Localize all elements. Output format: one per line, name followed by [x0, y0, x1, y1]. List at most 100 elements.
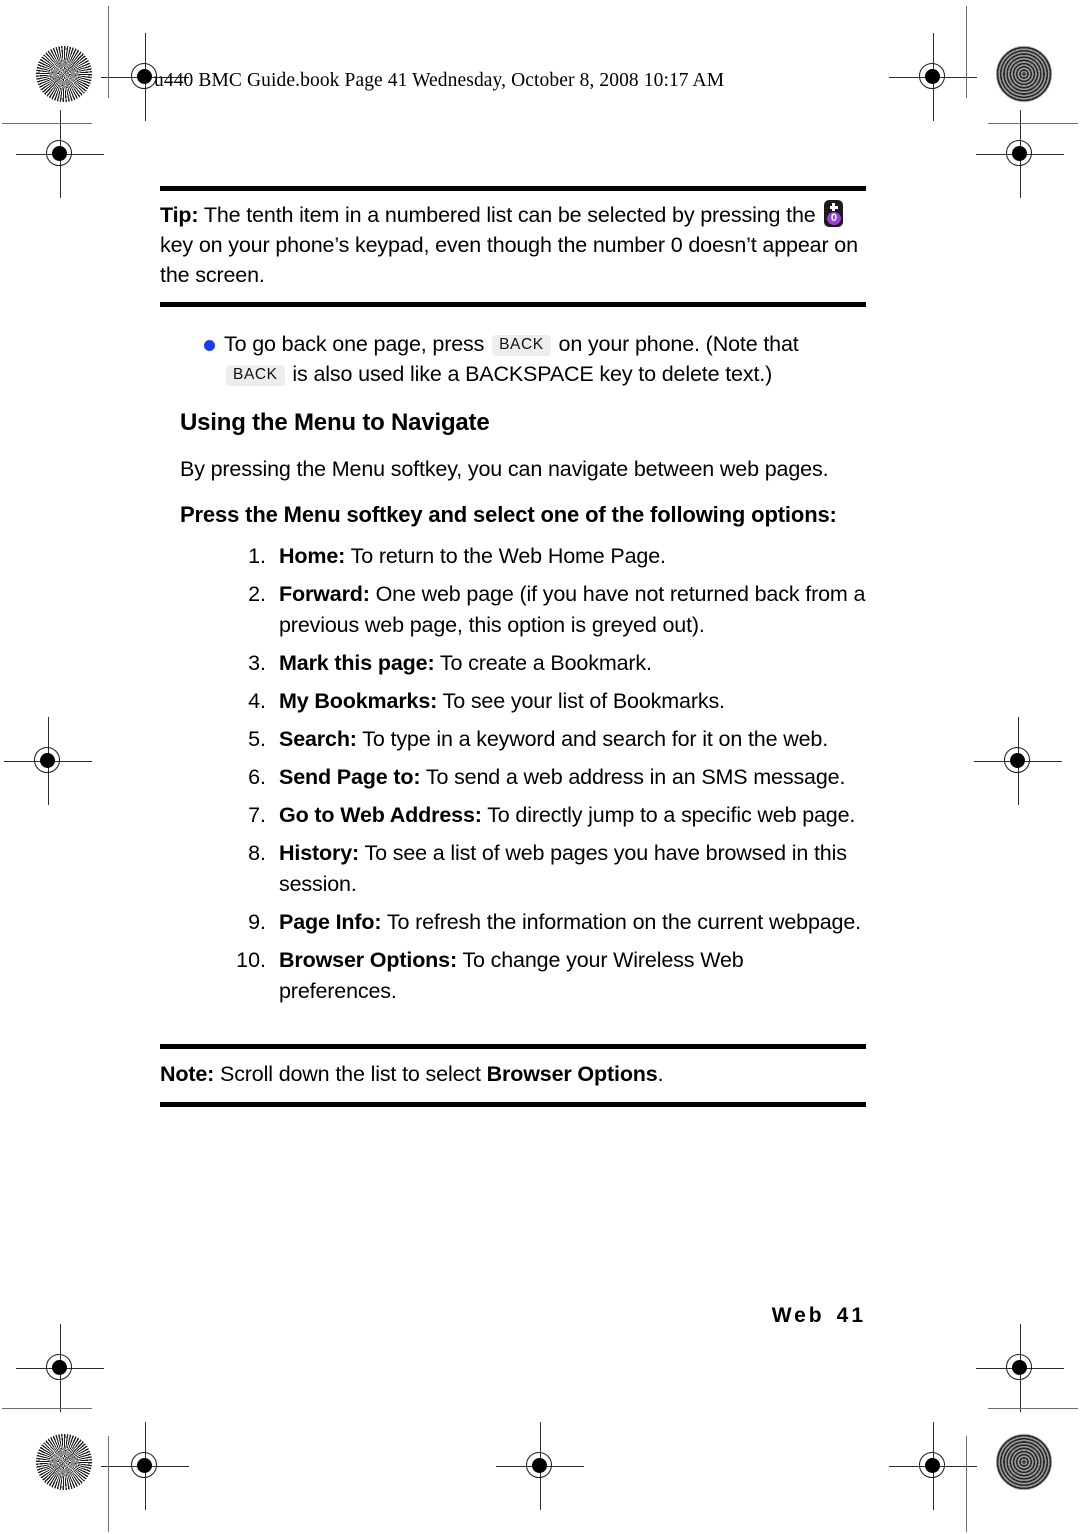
note-text-after: .	[657, 1062, 664, 1086]
list-item-text: Search: To type in a keyword and search …	[279, 724, 866, 755]
menu-options-list: 1. Home: To return to the Web Home Page.…	[160, 541, 866, 1007]
zero-plus-key-icon: 0	[824, 200, 844, 227]
trim-line-bottom-left-vertical	[108, 1436, 110, 1532]
option-term: Home:	[279, 544, 346, 568]
moire-rosette-mark-bottom-right	[996, 1434, 1052, 1490]
option-term: Page Info:	[279, 910, 382, 934]
section-heading: Using the Menu to Navigate	[180, 409, 490, 436]
registration-mark-bottom-right	[889, 1422, 977, 1510]
option-term: Mark this page:	[279, 651, 435, 675]
list-item-text: Forward: One web page (if you have not r…	[279, 579, 866, 641]
list-item-text: Browser Options: To change your Wireless…	[279, 945, 866, 1007]
list-item-text: Mark this page: To create a Bookmark.	[279, 648, 866, 679]
list-item-text: Home: To return to the Web Home Page.	[279, 541, 866, 572]
option-desc: To type in a keyword and search for it o…	[356, 727, 829, 751]
tip-callout-bottom-rule	[160, 302, 866, 307]
list-item: 3. Mark this page: To create a Bookmark.	[160, 648, 866, 679]
option-desc: To see a list of web pages you have brow…	[279, 841, 847, 896]
note-label: Note:	[160, 1062, 215, 1086]
list-item: 1. Home: To return to the Web Home Page.	[160, 541, 866, 572]
list-item-number: 2.	[248, 582, 266, 606]
option-term: Forward:	[279, 582, 370, 606]
list-item: 9. Page Info: To refresh the information…	[160, 907, 866, 938]
bullet-text-part1: To go back one page, press	[224, 332, 491, 356]
back-key-tag-2: BACK	[226, 365, 285, 386]
list-item-text: Send Page to: To send a web address in a…	[279, 762, 866, 793]
star-rosette-mark-bottom-left	[36, 1434, 92, 1490]
list-item: 6. Send Page to: To send a web address i…	[160, 762, 866, 793]
tip-callout: Tip: The tenth item in a numbered list c…	[160, 186, 866, 307]
note-emphasis: Browser Options	[486, 1062, 658, 1086]
list-item-number: 6.	[248, 765, 266, 789]
bullet-text-part3: is also used like a BACKSPACE key to del…	[286, 362, 773, 386]
registration-mark-bottom-center	[496, 1422, 584, 1510]
option-desc: To see your list of Bookmarks.	[437, 689, 725, 713]
option-desc: To directly jump to a specific web page.	[481, 803, 856, 827]
list-item-number: 1.	[248, 544, 266, 568]
moire-rosette-mark-top-right	[996, 46, 1052, 102]
list-item-number: 3.	[248, 651, 266, 675]
registration-mark-top-right	[889, 33, 977, 121]
tip-text-before-key: The tenth item in a numbered list can be…	[198, 203, 822, 227]
note-callout-paragraph: Note: Scroll down the list to select Bro…	[160, 1059, 866, 1089]
page-content: Tip: The tenth item in a numbered list c…	[160, 186, 866, 1327]
list-item-text: My Bookmarks: To see your list of Bookma…	[279, 686, 866, 717]
option-desc: To refresh the information on the curren…	[381, 910, 861, 934]
option-term: Search:	[279, 727, 357, 751]
plus-glyph	[827, 201, 841, 213]
list-item: 7. Go to Web Address: To directly jump t…	[160, 800, 866, 831]
trim-line-upper-left-horizontal	[2, 123, 92, 125]
registration-mark-middle-left	[4, 717, 92, 805]
list-item-number: 4.	[248, 689, 266, 713]
tip-text-after-key: key on your phone’s keypad, even though …	[160, 233, 858, 287]
bullet-dot-icon	[204, 340, 215, 351]
list-item: 8. History: To see a list of web pages y…	[160, 838, 866, 900]
note-callout-bottom-rule	[160, 1102, 866, 1107]
option-term: Send Page to:	[279, 765, 421, 789]
list-item-number: 9.	[248, 910, 266, 934]
trim-line-top-left-vertical	[108, 6, 110, 98]
option-term: History:	[279, 841, 360, 865]
list-item-number: 8.	[248, 841, 266, 865]
list-item-number: 10.	[236, 948, 266, 972]
registration-mark-bottom-left	[101, 1422, 189, 1510]
registration-mark-upper-right-corner	[976, 110, 1064, 198]
list-item-number: 5.	[248, 727, 266, 751]
note-text-before: Scroll down the list to select	[214, 1062, 487, 1086]
option-term: Browser Options:	[279, 948, 457, 972]
trim-line-bottom-right-vertical	[966, 1436, 968, 1532]
note-callout: Note: Scroll down the list to select Bro…	[160, 1044, 866, 1107]
page-footer: Web 41	[772, 1304, 866, 1328]
registration-mark-lower-left-corner	[16, 1324, 104, 1412]
running-header-text: u440 BMC Guide.book Page 41 Wednesday, O…	[154, 70, 725, 91]
option-term: Go to Web Address:	[279, 803, 482, 827]
registration-mark-lower-right-corner	[976, 1324, 1064, 1412]
bullet-list: To go back one page, press BACK on your …	[160, 329, 866, 389]
list-item-text: History: To see a list of web pages you …	[279, 838, 866, 900]
bullet-item-text: To go back one page, press BACK on your …	[224, 329, 866, 389]
trim-line-lower-right-horizontal	[988, 1408, 1078, 1410]
list-item-number: 7.	[248, 803, 266, 827]
trim-line-upper-right-horizontal	[988, 123, 1078, 125]
option-desc: To return to the Web Home Page.	[345, 544, 666, 568]
tip-label: Tip:	[160, 203, 199, 227]
zero-digit-glyph: 0	[826, 212, 841, 225]
back-key-tag-1: BACK	[492, 335, 551, 356]
footer-page-number: 41	[836, 1304, 866, 1327]
option-desc: To create a Bookmark.	[434, 651, 652, 675]
list-item: To go back one page, press BACK on your …	[160, 329, 866, 389]
section-subheading: Press the Menu softkey and select one of…	[180, 502, 837, 527]
option-desc: To send a web address in an SMS message.	[420, 765, 846, 789]
list-item: 2. Forward: One web page (if you have no…	[160, 579, 866, 641]
star-rosette-mark-top-left	[36, 46, 92, 102]
registration-mark-middle-right	[974, 717, 1062, 805]
list-item-text: Go to Web Address: To directly jump to a…	[279, 800, 866, 831]
bullet-text-part2: on your phone. (Note that	[552, 332, 799, 356]
list-item: 10. Browser Options: To change your Wire…	[160, 945, 866, 1007]
tip-callout-paragraph: Tip: The tenth item in a numbered list c…	[160, 200, 866, 290]
registration-mark-upper-left-corner	[16, 110, 104, 198]
trim-line-top-right-vertical	[966, 6, 968, 98]
option-term: My Bookmarks:	[279, 689, 438, 713]
trim-line-lower-left-horizontal	[2, 1408, 92, 1410]
footer-chapter-label: Web	[771, 1304, 825, 1327]
